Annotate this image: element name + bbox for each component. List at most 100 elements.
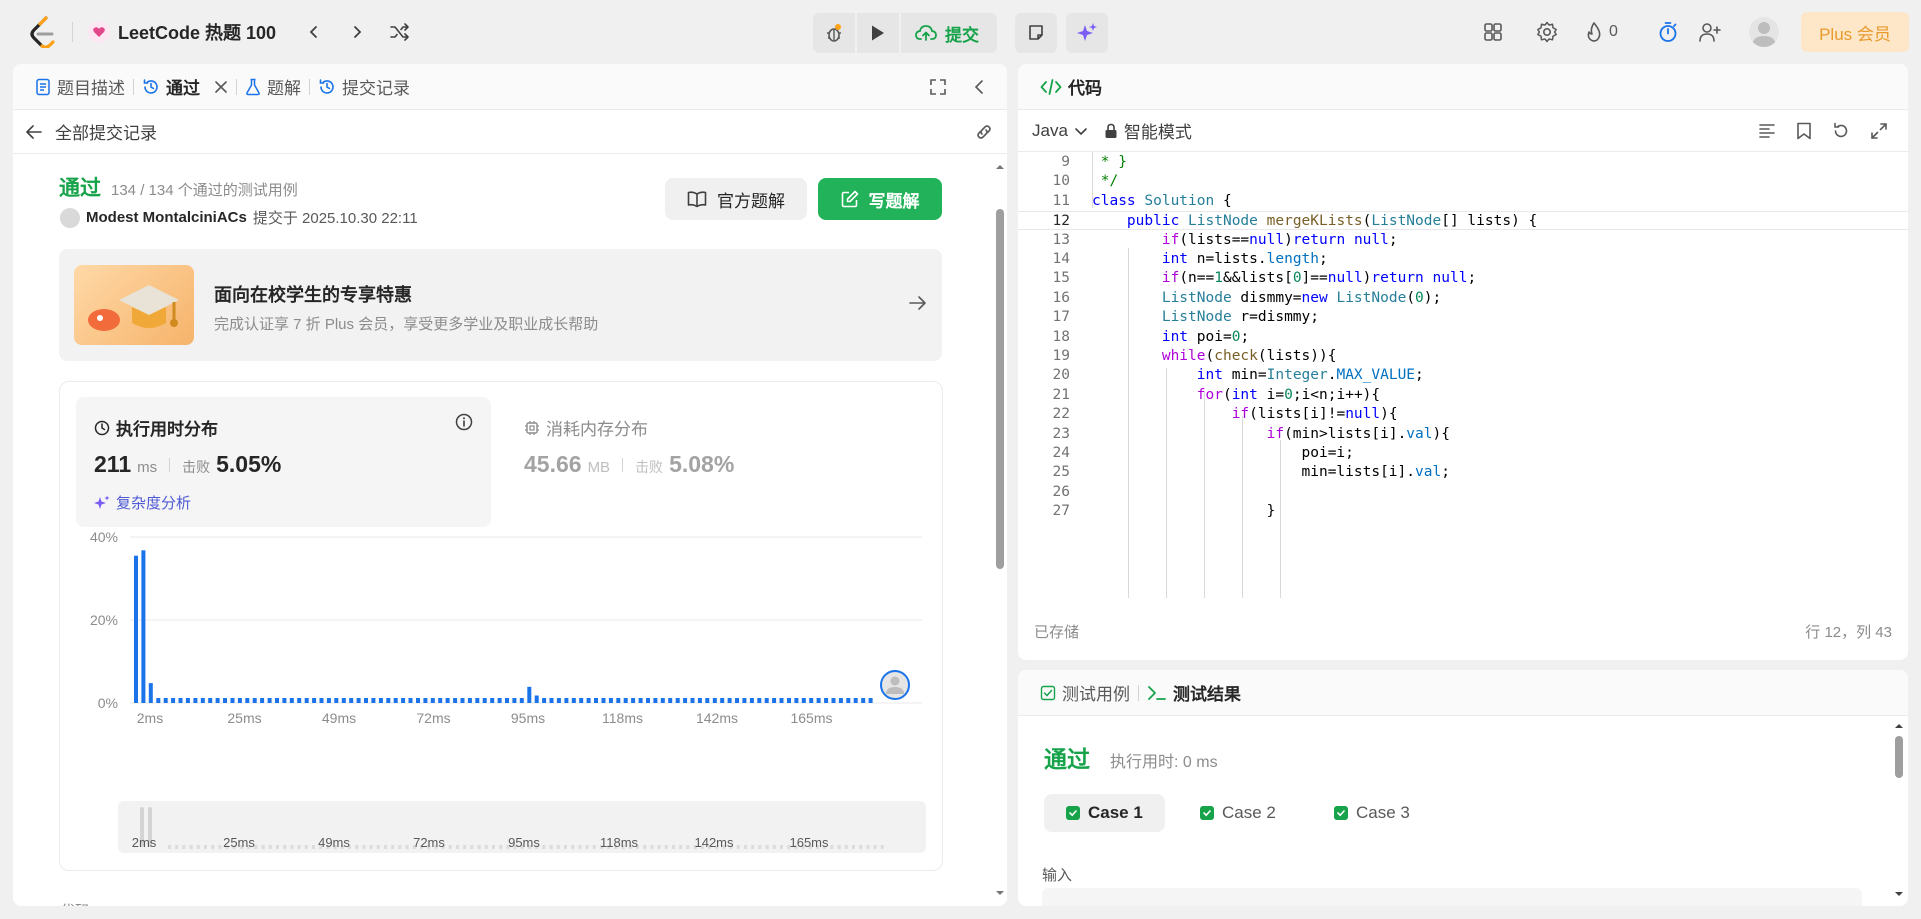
chart-bar[interactable] [423,698,428,703]
chart-bar[interactable] [482,698,487,703]
chart-bar[interactable] [608,698,613,703]
runtime-summary[interactable]: 执行用时分布 211 ms 击败 5.05% 复杂度分析 [76,397,491,527]
code-line[interactable]: 26 [1018,483,1908,502]
chart-bar[interactable] [779,698,784,703]
chart-bar[interactable] [230,698,235,703]
format-icon[interactable] [1758,122,1776,140]
chart-bar[interactable] [824,698,829,703]
settings-button[interactable] [1533,18,1561,46]
chart-bar[interactable] [393,698,398,703]
chart-bar[interactable] [185,698,190,703]
chart-bar[interactable] [319,698,324,703]
chart-bar[interactable] [675,698,680,703]
chart-bar[interactable] [156,698,161,703]
chart-bar[interactable] [215,698,220,703]
chart-bar[interactable] [801,698,806,703]
chart-bar[interactable] [556,698,561,703]
range-slider-graphic[interactable]: 2ms 25ms 49ms 72ms 95ms 118ms 142ms 165ms [118,801,926,853]
chart-bar[interactable] [200,698,205,703]
code-line[interactable]: 11 class Solution { [1018,192,1908,211]
chart-bar[interactable] [497,698,502,703]
chart-bar[interactable] [653,698,658,703]
prev-problem-button[interactable] [300,18,328,46]
chart-bar[interactable] [579,698,584,703]
chart-bar[interactable] [148,683,153,703]
chart-bar[interactable] [690,698,695,703]
code-line[interactable]: 20 int min=Integer.MAX_VALUE; [1018,366,1908,385]
chart-bar[interactable] [816,698,821,703]
code-line[interactable]: 21 for(int i=0;i<n;i++){ [1018,386,1908,405]
chart-bar[interactable] [438,698,443,703]
chart-bar[interactable] [141,550,146,703]
submitter-name[interactable]: Modest MontalciniACs [86,209,247,226]
chart-bar[interactable] [282,698,287,703]
chart-bar[interactable] [512,698,517,703]
chart-bar[interactable] [267,698,272,703]
code-line[interactable]: 17 ListNode r=dismmy; [1018,308,1908,327]
code-line[interactable]: 15 if(n==1&&lists[0]==null)return null; [1018,269,1908,288]
avatar[interactable] [60,207,80,228]
ai-assistant-button[interactable] [1066,13,1108,53]
chart-bar[interactable] [712,698,717,703]
chart-bar[interactable] [401,698,406,703]
chart-bar[interactable] [594,698,598,703]
chart-bar[interactable] [727,698,732,703]
chart-bar[interactable] [445,698,450,703]
chart-bar[interactable] [341,698,346,703]
chart-bar[interactable] [601,698,606,703]
chart-bar[interactable] [171,698,176,703]
chart-bar[interactable] [586,698,591,703]
code-line[interactable]: 24 poi=i; [1018,444,1908,463]
code-line[interactable]: 18 int poi=0; [1018,328,1908,347]
chart-bar[interactable] [364,698,368,703]
code-line[interactable]: 14 int n=lists.length; [1018,250,1908,269]
chart-bar[interactable] [223,698,227,703]
chart-bar[interactable] [772,698,777,703]
range-slider[interactable]: 2ms 25ms 49ms 72ms 95ms 118ms 142ms 165ms [118,801,926,853]
maximize-button[interactable] [929,78,947,99]
code-line[interactable]: 23 if(min>lists[i].val){ [1018,425,1908,444]
chart-bar[interactable] [683,698,688,703]
chart-bar[interactable] [697,698,702,703]
chart-bar[interactable] [527,686,532,703]
chart-bar[interactable] [505,698,509,703]
collapse-panel-button[interactable] [971,78,989,99]
chart-bar[interactable] [623,698,628,703]
chart-bar[interactable] [460,698,465,703]
code-line[interactable]: 13 if(lists==null)return null; [1018,231,1908,250]
run-button[interactable] [857,13,899,53]
share-link-button[interactable] [973,122,995,147]
tab-test-result[interactable]: 测试结果 [1139,670,1249,716]
left-scrollbar[interactable] [993,159,1007,899]
next-problem-button[interactable] [343,18,371,46]
arrow-right-icon[interactable] [908,293,928,316]
runtime-distribution-chart[interactable]: 40% 20% 0% 2ms 25ms 49ms 72ms 95ms 118ms 142ms 165… [60,527,944,727]
language-select[interactable]: Java [1032,121,1088,141]
chart-bar[interactable] [467,698,472,703]
code-line[interactable]: 19 while(check(lists)){ [1018,347,1908,366]
notes-button[interactable] [1015,13,1057,53]
tab-solutions[interactable]: 题解 [237,64,309,110]
scrollbar-thumb[interactable] [996,209,1004,569]
leetcode-logo-icon[interactable] [28,16,58,49]
chart-bar[interactable] [297,698,302,703]
chart-bar[interactable] [646,698,650,703]
chart-bar[interactable] [326,698,331,703]
chart-bar[interactable] [260,698,265,703]
chart-bar[interactable] [705,698,710,703]
scrollbar-thumb[interactable] [1895,736,1903,778]
case-tab-2[interactable]: Case 2 [1178,794,1298,832]
chart-bar[interactable] [356,698,361,703]
chart-bar[interactable] [408,698,413,703]
code-line[interactable]: 25 min=lists[i].val; [1018,463,1908,482]
chart-bar[interactable] [490,698,495,703]
student-promo-banner[interactable]: 面向在校学生的专享特惠 完成认证享 7 折 Plus 会员，享受更多学业及职业成… [59,249,942,361]
bookmark-icon[interactable] [1796,122,1812,140]
chart-bar[interactable] [638,698,643,703]
chart-bar[interactable] [193,698,198,703]
chart-bar[interactable] [349,698,354,703]
chart-bar[interactable] [475,698,480,703]
chart-bar[interactable] [334,698,339,703]
user-avatar[interactable] [1749,17,1779,47]
chart-bar[interactable] [208,698,213,703]
